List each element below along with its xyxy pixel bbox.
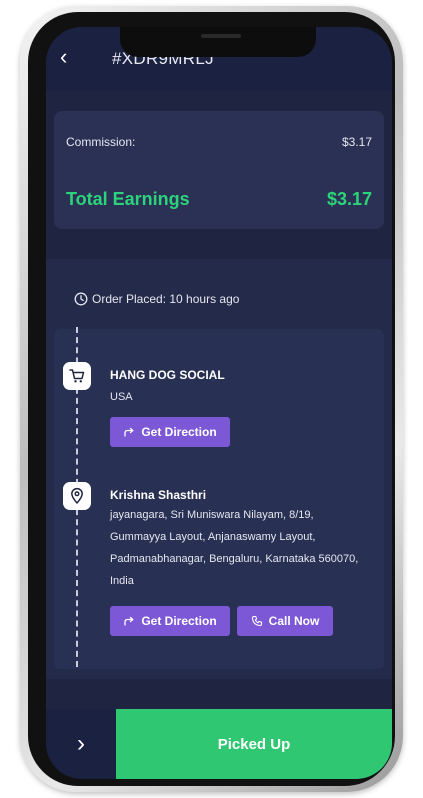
order-placed-text: Order Placed: 10 hours ago	[92, 292, 240, 306]
pickup-name: HANG DOG SOCIAL	[110, 368, 225, 382]
total-earnings-label: Total Earnings	[66, 189, 190, 209]
phone-notch	[120, 27, 316, 57]
dropoff-address: jayanagara, Sri Muniswara Nilayam, 8/19,…	[110, 509, 359, 587]
direction-icon	[124, 427, 134, 437]
clock-icon	[74, 292, 88, 306]
notch-speaker	[201, 34, 241, 38]
total-earnings-value: $3.17	[326, 189, 372, 209]
get-direction-label: Get Direction	[141, 614, 217, 628]
phone-icon	[251, 615, 262, 627]
commission-value: $3.17	[341, 135, 372, 149]
chevron-right-icon[interactable]: ›	[46, 709, 116, 779]
earnings-card: Commission: $3.17 Total Earnings $3.17	[54, 111, 384, 229]
bottom-action-bar: › Picked Up	[46, 709, 392, 779]
commission-label: Commission:	[66, 135, 136, 149]
picked-up-button[interactable]: Picked Up	[116, 709, 392, 779]
cart-icon	[63, 362, 91, 390]
dropoff-name: Krishna Shasthri	[110, 488, 207, 502]
call-now-label: Call Now	[268, 614, 320, 628]
pickup-get-direction-button[interactable]: Get Direction	[110, 417, 230, 447]
map-pin-icon	[63, 482, 91, 510]
back-arrow-icon[interactable]: ‹	[60, 46, 80, 68]
dropoff-get-direction-button[interactable]: Get Direction	[110, 606, 230, 636]
app-screen: ‹ #XDR9MRLJ Commission: $3.17 Total Earn…	[46, 27, 392, 779]
get-direction-label: Get Direction	[141, 425, 217, 439]
pickup-address: USA	[110, 391, 133, 403]
direction-icon	[124, 616, 134, 626]
call-now-button[interactable]: Call Now	[237, 606, 333, 636]
